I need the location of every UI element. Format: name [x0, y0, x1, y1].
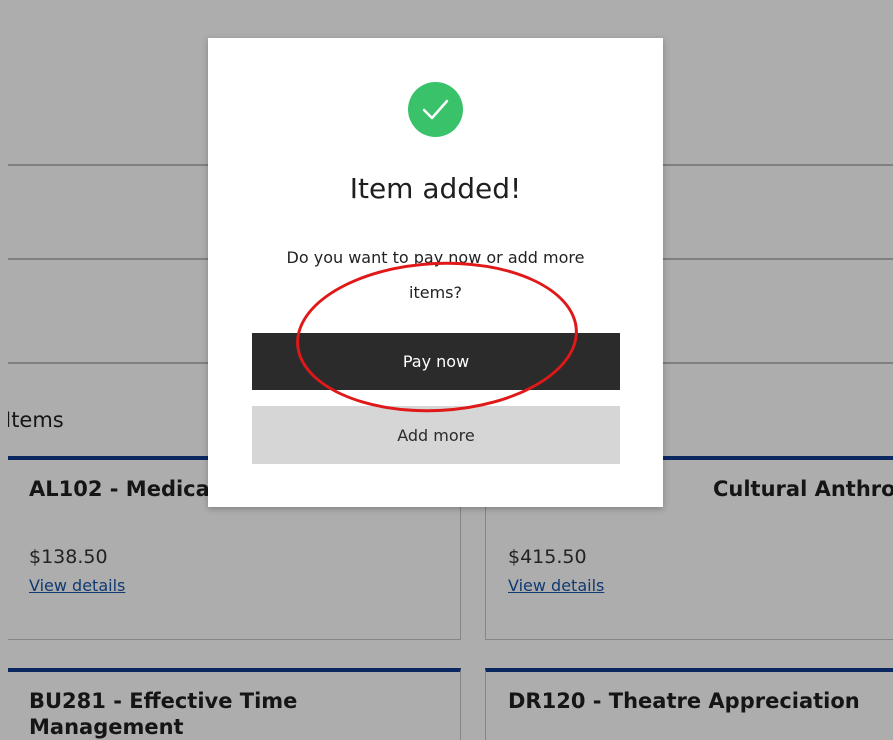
- add-more-button[interactable]: Add more: [252, 406, 620, 464]
- item-added-dialog: Item added! Do you want to pay now or ad…: [208, 38, 663, 507]
- check-circle-icon: [408, 82, 463, 137]
- dialog-title: Item added!: [349, 172, 522, 205]
- pay-now-button[interactable]: Pay now: [252, 333, 620, 390]
- dialog-message: Do you want to pay now or add more items…: [286, 248, 585, 302]
